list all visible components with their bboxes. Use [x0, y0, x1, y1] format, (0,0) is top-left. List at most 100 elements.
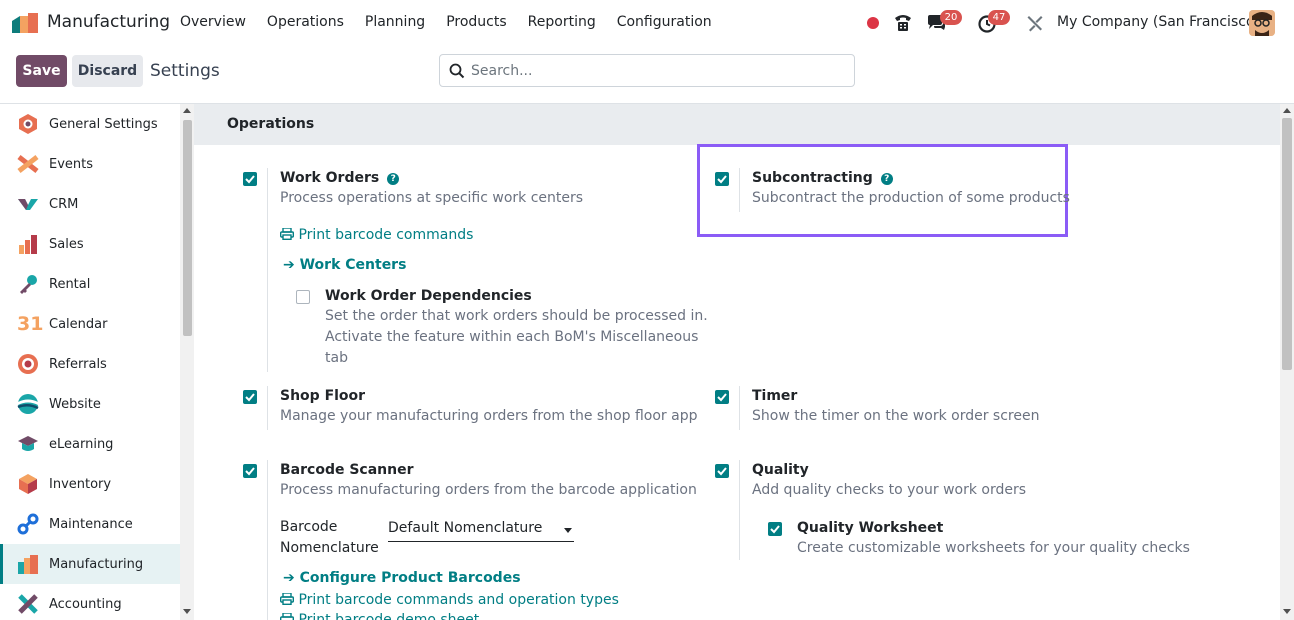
sidebar-item-elearning[interactable]: eLearning: [0, 424, 180, 464]
arrow-right-icon: ➔: [283, 570, 295, 586]
user-avatar[interactable]: [1249, 10, 1275, 36]
sidebar-item-referrals[interactable]: Referrals: [0, 344, 180, 384]
print-barcode-demo-sheet-link[interactable]: Print barcode demo sheet: [280, 612, 479, 620]
sidebar-item-label: Maintenance: [49, 516, 133, 532]
sidebar-item-label: General Settings: [49, 116, 158, 132]
work-order-dependencies-desc-2: Activate the feature within each BoM's M…: [325, 329, 699, 345]
shop-floor-checkbox[interactable]: [243, 390, 257, 404]
sidebar-item-crm[interactable]: CRM: [0, 184, 180, 224]
barcode-nomenclature-label-2: Nomenclature: [280, 540, 379, 556]
print-barcode-operation-types-label: Print barcode commands and operation typ…: [298, 592, 619, 608]
sidebar-scroll-up-icon[interactable]: [183, 108, 191, 113]
quality-desc: Add quality checks to your work orders: [752, 482, 1027, 498]
app-name[interactable]: Manufacturing: [47, 12, 170, 32]
quality-worksheet-desc: Create customizable worksheets for your …: [797, 540, 1190, 556]
check-icon: [245, 175, 255, 184]
setting-divider: [267, 168, 268, 372]
configure-product-barcodes-label: Configure Product Barcodes: [299, 570, 521, 586]
sidebar-item-rental[interactable]: Rental: [0, 264, 180, 304]
sidebar-item-label: Manufacturing: [49, 556, 144, 572]
activity-count-badge: 47: [988, 10, 1010, 25]
sidebar-item-accounting[interactable]: Accounting: [0, 584, 180, 620]
print-barcode-operation-types-link[interactable]: Print barcode commands and operation typ…: [279, 592, 619, 608]
work-orders-checkbox[interactable]: [243, 172, 257, 186]
barcode-scanner-title: Barcode Scanner: [280, 462, 414, 478]
quality-title: Quality: [752, 462, 809, 478]
recording-dot-icon[interactable]: [867, 17, 879, 29]
menu-configuration[interactable]: Configuration: [617, 14, 712, 30]
check-icon: [245, 467, 255, 476]
menu-operations[interactable]: Operations: [267, 14, 344, 30]
print-barcode-demo-sheet-label: Print barcode demo sheet: [298, 612, 480, 620]
arrow-right-icon: ➔: [283, 257, 295, 273]
work-centers-label: Work Centers: [299, 257, 407, 273]
manufacturing-icon: [18, 555, 38, 574]
check-icon: [245, 393, 255, 402]
general-settings-icon: [19, 114, 37, 134]
timer-title: Timer: [752, 388, 798, 404]
subcontracting-checkbox[interactable]: [715, 172, 729, 186]
sidebar-item-inventory[interactable]: Inventory: [0, 464, 180, 504]
check-icon: [770, 525, 780, 534]
main-scroll-down-icon[interactable]: [1283, 609, 1291, 614]
debug-tools-icon[interactable]: [1025, 13, 1045, 33]
sidebar-item-general-settings[interactable]: General Settings: [0, 104, 180, 144]
quality-worksheet-checkbox[interactable]: [768, 522, 782, 536]
print-barcode-commands-link[interactable]: Print barcode commands: [279, 227, 474, 243]
barcode-scanner-checkbox[interactable]: [243, 464, 257, 478]
help-icon[interactable]: ?: [387, 173, 400, 185]
sidebar-item-website[interactable]: Website: [0, 384, 180, 424]
shop-floor-desc: Manage your manufacturing orders from th…: [280, 408, 698, 424]
search-input[interactable]: [471, 61, 841, 81]
setting-divider: [739, 168, 740, 212]
shop-floor-title: Shop Floor: [280, 388, 366, 404]
menu-reporting[interactable]: Reporting: [528, 14, 596, 30]
settings-sidebar: General Settings Events CRM Sales Rental…: [0, 104, 180, 620]
sidebar-item-label: Accounting: [49, 596, 122, 612]
barcode-scanner-desc: Process manufacturing orders from the ba…: [280, 482, 697, 498]
main-scroll-up-icon[interactable]: [1283, 108, 1291, 113]
work-orders-title: Work Orders?: [280, 170, 400, 186]
sidebar-item-label: Calendar: [49, 316, 108, 332]
sidebar-item-label: Sales: [49, 236, 84, 252]
work-order-dependencies-checkbox[interactable]: [296, 290, 310, 304]
subcontracting-desc: Subcontract the production of some produ…: [752, 190, 1070, 206]
work-order-dependencies-title: Work Order Dependencies: [325, 288, 532, 304]
setting-divider: [739, 386, 740, 430]
sidebar-item-calendar[interactable]: 31 Calendar: [0, 304, 180, 344]
sidebar-scroll-down-icon[interactable]: [183, 609, 191, 614]
rental-icon: [20, 275, 37, 294]
printer-icon: [279, 227, 295, 241]
sidebar-item-events[interactable]: Events: [0, 144, 180, 184]
main-scrollbar-thumb[interactable]: [1282, 118, 1292, 370]
crm-icon: [18, 199, 38, 210]
save-button[interactable]: Save: [16, 55, 67, 87]
menu-overview[interactable]: Overview: [180, 14, 246, 30]
sidebar-scrollbar-thumb[interactable]: [183, 120, 192, 336]
top-navbar: Manufacturing Overview Operations Planni…: [0, 0, 1294, 46]
work-orders-desc: Process operations at specific work cent…: [280, 190, 584, 206]
search-bar[interactable]: [439, 54, 855, 87]
sidebar-item-maintenance[interactable]: Maintenance: [0, 504, 180, 544]
work-centers-link[interactable]: ➔ Work Centers: [283, 257, 406, 273]
print-barcode-commands-label: Print barcode commands: [298, 227, 474, 243]
printer-icon: [280, 612, 294, 620]
configure-product-barcodes-link[interactable]: ➔ Configure Product Barcodes: [283, 570, 521, 586]
sidebar-item-label: eLearning: [49, 436, 114, 452]
chat-count-badge: 20: [940, 10, 962, 25]
subcontracting-label: Subcontracting: [752, 170, 873, 186]
menu-planning[interactable]: Planning: [365, 14, 425, 30]
barcode-nomenclature-select[interactable]: Default Nomenclature: [388, 520, 574, 542]
timer-checkbox[interactable]: [715, 390, 729, 404]
manufacturing-app-icon[interactable]: [12, 13, 38, 33]
phone-icon[interactable]: [892, 12, 914, 34]
quality-checkbox[interactable]: [715, 464, 729, 478]
sidebar-item-manufacturing[interactable]: Manufacturing: [0, 544, 180, 584]
discard-button[interactable]: Discard: [72, 55, 143, 87]
company-switcher[interactable]: My Company (San Francisco): [1057, 14, 1260, 30]
help-icon[interactable]: ?: [880, 173, 893, 185]
sidebar-item-sales[interactable]: Sales: [0, 224, 180, 264]
printer-icon: [279, 592, 295, 606]
menu-products[interactable]: Products: [446, 14, 506, 30]
check-icon: [717, 393, 727, 402]
